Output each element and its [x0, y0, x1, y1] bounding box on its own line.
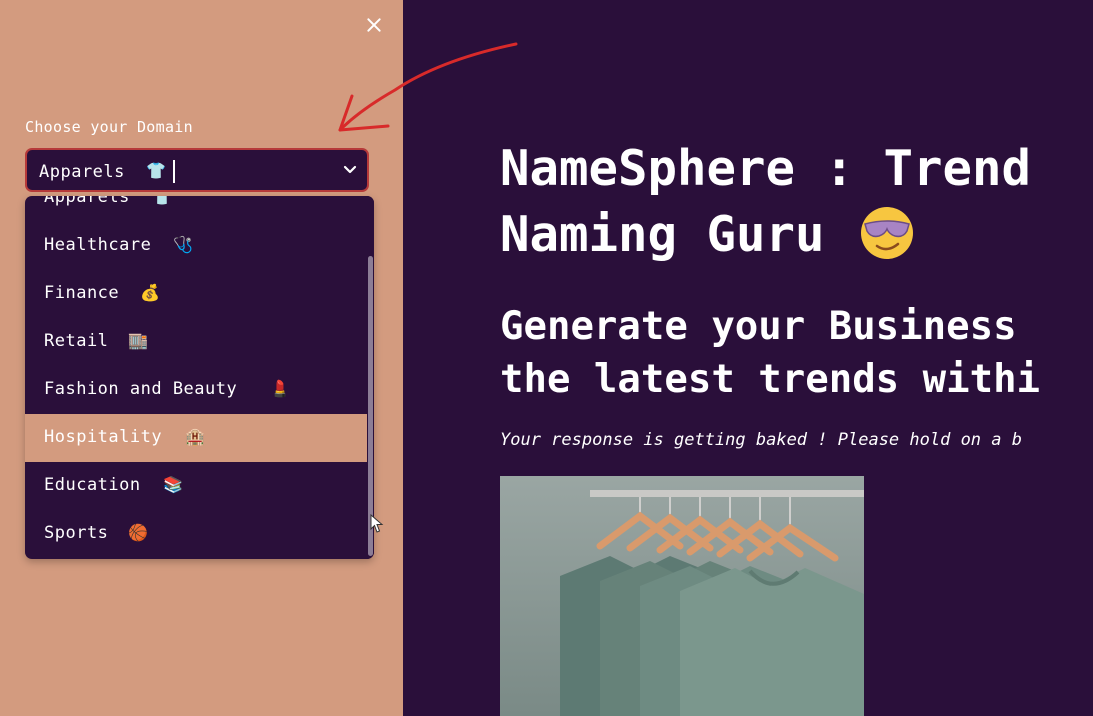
annotation-arrow — [338, 42, 518, 132]
option-label: Education — [44, 475, 141, 495]
status-text: Your response is getting baked ! Please … — [500, 430, 1022, 450]
option-label: Apparels — [44, 196, 130, 207]
option-label: Fashion and Beauty — [44, 379, 238, 399]
domain-label: Choose your Domain — [25, 118, 193, 136]
store-icon: 🏬 — [128, 331, 148, 350]
option-finance[interactable]: Finance 💰 — [25, 270, 367, 318]
domain-dropdown-list: Apparels 👕 Healthcare 🩺 Finance 💰 Retail… — [25, 196, 374, 559]
option-healthcare[interactable]: Healthcare 🩺 — [25, 222, 367, 270]
option-label: Retail — [44, 331, 109, 351]
domain-select[interactable]: Apparels 👕 — [25, 148, 369, 192]
stethoscope-icon: 🩺 — [173, 235, 193, 254]
mouse-cursor-icon — [370, 514, 384, 533]
page-subtitle: Generate your Business the latest trends … — [500, 304, 1041, 402]
basketball-icon: 🏀 — [128, 523, 148, 542]
scrollbar-thumb[interactable] — [368, 256, 373, 556]
books-icon: 📚 — [163, 475, 183, 494]
option-apparels[interactable]: Apparels 👕 — [25, 196, 367, 222]
tshirt-icon: 👕 — [146, 161, 166, 180]
tshirt-icon: 👕 — [152, 196, 172, 206]
chevron-down-icon[interactable] — [343, 165, 357, 175]
page-title: NameSphere : Trend Naming Guru — [500, 140, 1032, 263]
option-label: Healthcare — [44, 235, 152, 255]
money-bag-icon: 💰 — [140, 283, 160, 302]
option-label: Finance — [44, 283, 120, 303]
option-hospitality[interactable]: Hospitality 🏨 — [25, 414, 367, 462]
option-label: Sports — [44, 523, 109, 543]
close-icon[interactable] — [362, 13, 386, 37]
option-education[interactable]: Education 📚 — [25, 462, 367, 510]
option-label: Hospitality — [44, 427, 163, 447]
lipstick-icon: 💄 — [270, 379, 290, 398]
domain-select-value: Apparels — [39, 162, 125, 182]
option-retail[interactable]: Retail 🏬 — [25, 318, 367, 366]
hotel-icon: 🏨 — [185, 427, 205, 446]
apparel-image — [500, 476, 864, 716]
sunglasses-face-icon — [861, 207, 913, 259]
option-sports[interactable]: Sports 🏀 — [25, 510, 367, 558]
option-fashion-and-beauty[interactable]: Fashion and Beauty 💄 — [25, 366, 367, 414]
text-caret — [173, 160, 175, 183]
